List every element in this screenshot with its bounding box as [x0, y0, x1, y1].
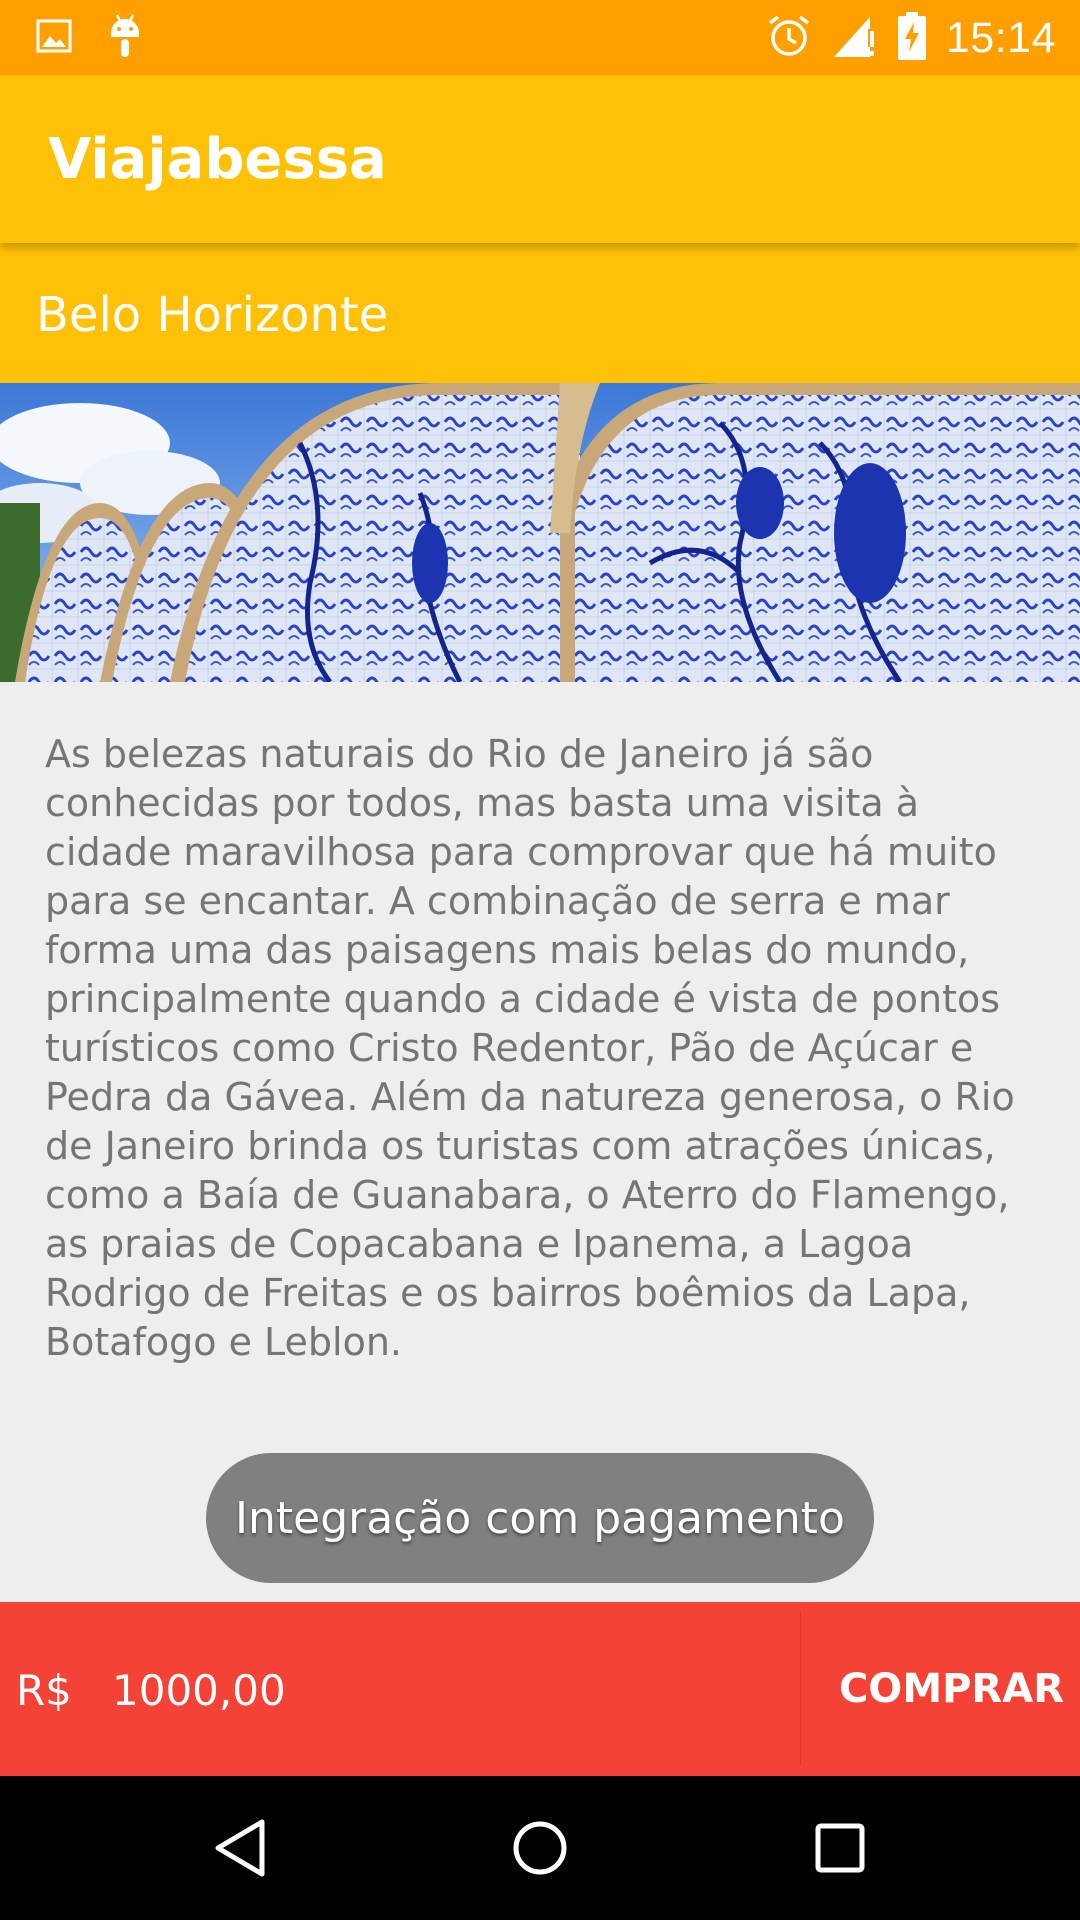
buy-bar: R$ 1000,00 COMPRAR	[0, 1602, 1080, 1776]
package-city-title: Belo Horizonte	[36, 287, 389, 343]
buy-button[interactable]: COMPRAR	[820, 1602, 1080, 1776]
payment-integration-button[interactable]: Integração com pagamento	[206, 1453, 874, 1583]
divider	[800, 1612, 801, 1766]
price-value: 1000,00	[112, 1666, 286, 1715]
status-time: 15:14	[945, 13, 1056, 62]
currency-label: R$	[16, 1666, 72, 1715]
navigation-bar	[0, 1776, 1080, 1920]
recents-icon[interactable]	[800, 1808, 880, 1888]
package-description: As belezas naturais do Rio de Janeiro já…	[45, 732, 1015, 1364]
android-notification-icon	[108, 13, 142, 64]
app-bar: Viajabessa	[0, 75, 1080, 243]
image-notification-icon	[36, 19, 72, 58]
battery-charging-icon	[897, 11, 926, 65]
alarm-icon	[766, 13, 812, 64]
home-icon[interactable]	[500, 1808, 580, 1888]
signal-icon	[832, 13, 878, 64]
status-bar: 15:14	[0, 0, 1080, 75]
app-title: Viajabessa	[48, 127, 387, 192]
package-header: Belo Horizonte	[0, 243, 1080, 383]
package-photo	[0, 383, 1080, 682]
back-icon[interactable]	[200, 1808, 280, 1888]
